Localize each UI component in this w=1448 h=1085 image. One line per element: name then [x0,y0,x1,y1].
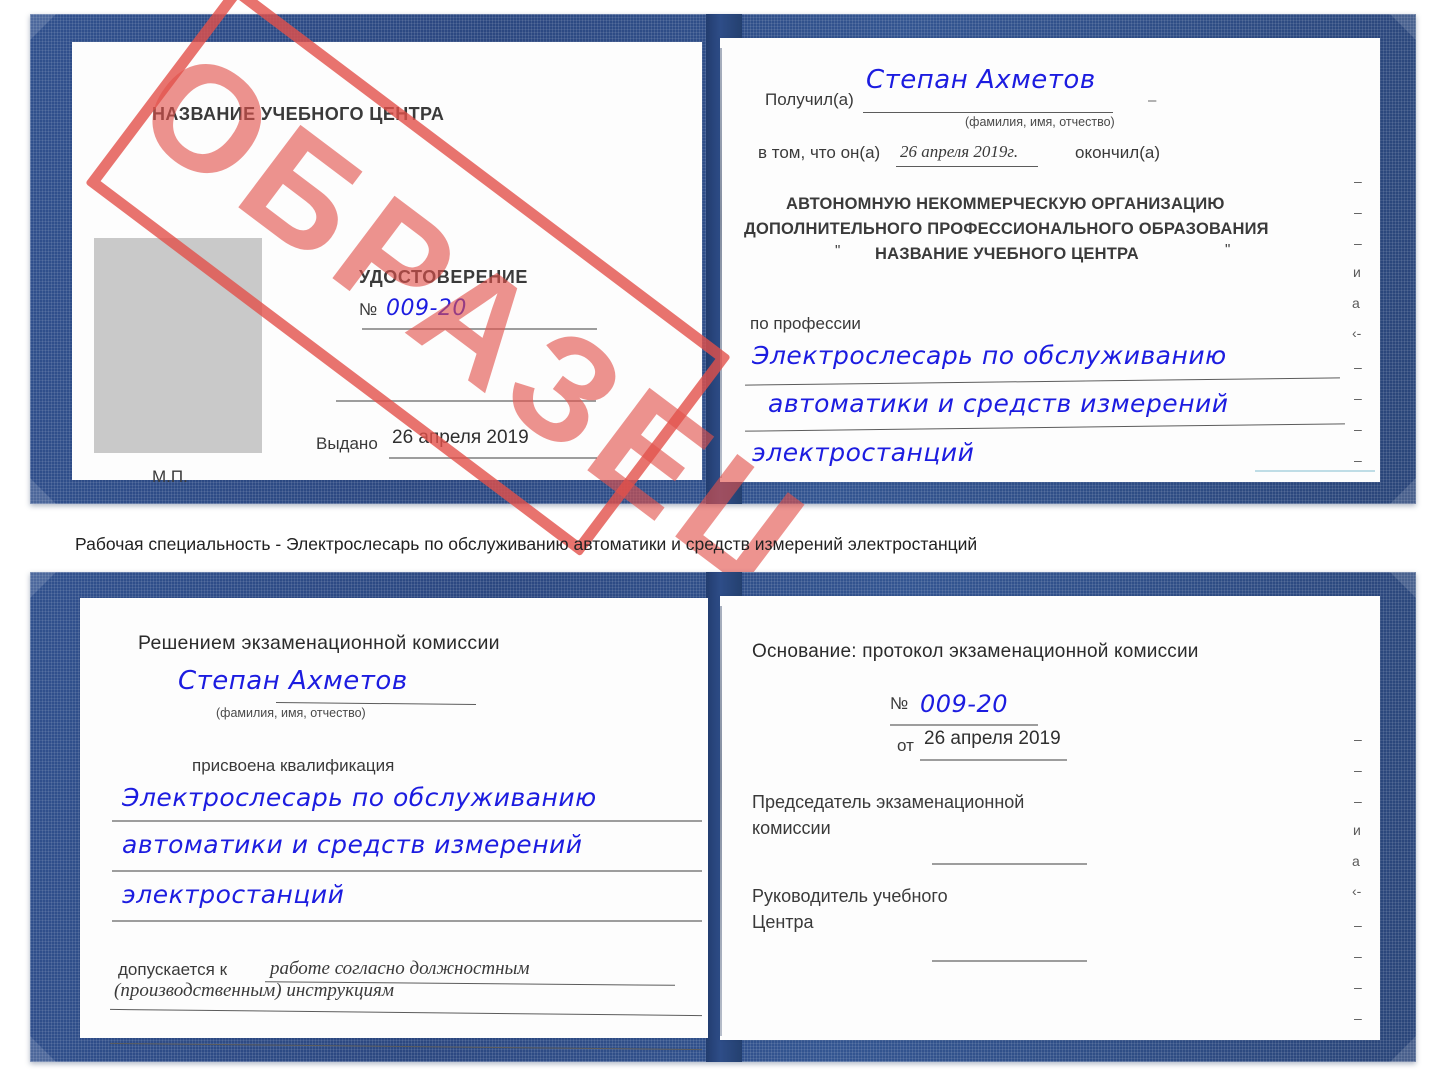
protocol-number-value: 009-20 [920,690,1009,718]
edge-glyph: – [1354,731,1362,747]
page-bottom-right: Основание: протокол экзаменационной коми… [720,596,1380,1040]
edge-glyph: – [1354,1010,1362,1026]
received-rule [863,112,1113,113]
profession-line-2: автоматики и средств измерений [768,389,1229,418]
qualification-line-1: Электрослесарь по обслуживанию [122,783,597,812]
edge-glyph: ‹- [1352,883,1362,899]
basis-label: Основание: протокол экзаменационной коми… [752,641,1199,662]
edge-glyph: – [1354,979,1362,995]
name-rule [276,701,476,706]
name-hint: (фамилия, имя, отчество) [216,706,366,720]
edge-glyph: а [1352,295,1360,311]
certificate-top: НАЗВАНИЕ УЧЕБНОГО ЦЕНТРА УДОСТОВЕРЕНИЕ №… [30,14,1416,504]
edge-glyph: – [1354,762,1362,778]
issued-label: Выдано [316,434,378,453]
edge-glyph: и [1353,822,1361,838]
edge-glyph: – [1354,948,1362,964]
certificate-bottom: Решением экзаменационной комиссии Степан… [30,572,1416,1062]
received-dash: – [1148,92,1157,109]
edge-glyph: – [1354,235,1362,251]
doc-type-label: УДОСТОВЕРЕНИЕ [359,267,528,287]
edge-glyph: и [1353,264,1361,280]
edge-glyph: – [1354,793,1362,809]
edge-glyph: – [1354,173,1362,189]
qualification-line-3: электростанций [122,880,345,909]
protocol-number-label: № [890,694,909,713]
org-title: НАЗВАНИЕ УЧЕБНОГО ЦЕНТРА [152,104,445,124]
page-gutter-bottom [720,606,722,1036]
image-caption: Рабочая специальность - Электрослесарь п… [75,534,978,554]
head-line-2: Центра [752,912,814,932]
qualification-label: присвоена квалификация [192,756,395,775]
number-rule [362,328,597,330]
student-name: Степан Ахметов [178,666,408,696]
protocol-date-rule [920,759,1067,761]
allowed-value-line-1: работе согласно должностным [270,958,530,979]
scan-artifact [1255,470,1375,472]
page-top-left: НАЗВАНИЕ УЧЕБНОГО ЦЕНТРА УДОСТОВЕРЕНИЕ №… [72,42,702,486]
issued-rule [389,457,597,459]
number-value: 009-20 [386,296,467,321]
page-top-right: Получил(а) Степан Ахметов (фамилия, имя,… [720,38,1380,482]
qualification-line-2: автоматики и средств измерений [122,830,583,859]
seal-label: М.П. [152,467,188,486]
edge-glyph: – [1354,390,1362,406]
profession-rule-2 [745,423,1345,432]
number-label: № [359,300,378,319]
received-value: Степан Ахметов [866,65,1096,95]
chairman-line-2: комиссии [752,818,831,838]
qualification-rule-3 [112,920,702,922]
edge-glyph: – [1354,421,1362,437]
protocol-number-rule [890,724,1038,726]
page-bottom-left: Решением экзаменационной комиссии Степан… [80,598,708,1051]
edge-glyph: – [1354,452,1362,468]
decision-title: Решением экзаменационной комиссии [138,632,500,654]
protocol-date-label: от [897,736,914,755]
chairman-signature-rule [932,863,1087,865]
page-gutter-top [720,48,722,478]
finished-label: окончил(а) [1075,143,1160,162]
received-label: Получил(а) [765,90,854,109]
head-signature-rule [932,960,1087,962]
edge-glyph: ‹- [1352,325,1362,341]
edge-glyph: а [1352,853,1360,869]
allowed-label: допускается к [118,960,228,979]
head-line-1: Руководитель учебного [752,886,948,906]
that-he-value: 26 апреля 2019г. [900,142,1019,161]
allowed-rule-2 [110,1008,702,1017]
profession-label: по профессии [750,314,861,333]
chairman-line-1: Председатель экзаменационной [752,792,1025,812]
qualification-rule-2 [112,870,702,872]
issued-value: 26 апреля 2019 [392,427,529,448]
that-he-rule [896,166,1038,167]
org-quote-open: " [835,242,841,259]
org-quote-close: " [1225,241,1231,258]
edge-glyph: – [1354,917,1362,933]
profession-line-1: Электрослесарь по обслуживанию [752,341,1227,370]
allowed-value-line-2: (производственным) инструкциям [114,980,394,1001]
that-he-label: в том, что он(а) [758,143,881,162]
org-line-2: ДОПОЛНИТЕЛЬНОГО ПРОФЕССИОНАЛЬНОГО ОБРАЗО… [744,220,1269,238]
blank-rule [336,400,596,402]
qualification-rule-1 [112,820,702,822]
edge-glyph: – [1354,359,1362,375]
photo-placeholder [94,238,262,453]
edge-glyph: – [1354,204,1362,220]
profession-rule-1 [745,377,1340,386]
org-line-1: АВТОНОМНУЮ НЕКОММЕРЧЕСКУЮ ОРГАНИЗАЦИЮ [786,195,1225,213]
protocol-date-value: 26 апреля 2019 [924,728,1061,749]
org-line-3: НАЗВАНИЕ УЧЕБНОГО ЦЕНТРА [875,245,1139,263]
received-hint: (фамилия, имя, отчество) [965,115,1115,129]
profession-line-3: электростанций [752,438,975,467]
